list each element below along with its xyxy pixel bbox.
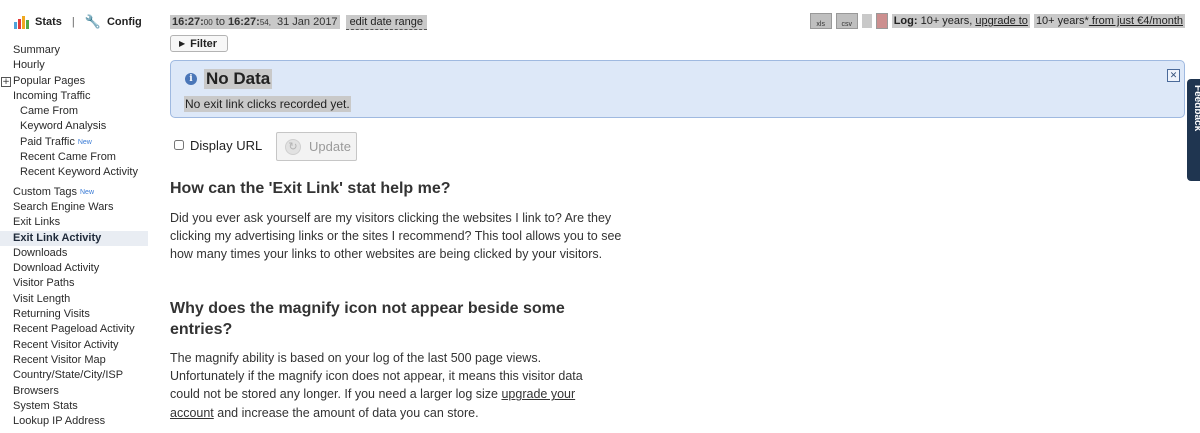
sidebar-item-downloads[interactable]: Downloads [0,246,148,261]
sidebar-item-visit-length[interactable]: Visit Length [0,292,148,307]
new-badge: New [80,188,95,196]
update-button[interactable]: ↻ Update [276,132,357,161]
sidebar-item-visitor-paths[interactable]: Visitor Paths [0,276,148,291]
upgrade-link[interactable]: upgrade to [975,15,1028,27]
expand-icon[interactable]: + [1,76,11,87]
sidebar-item-recent-pageload-activity[interactable]: Recent Pageload Activity [0,322,148,337]
close-icon[interactable]: ✕ [1167,69,1180,82]
sidebar-item-label: Recent Keyword Activity [20,166,138,179]
sidebar-nav: Summary Hourly + Popular Pages Incoming Traf… [0,43,148,429]
sidebar-item-hourly[interactable]: Hourly [0,58,148,73]
sidebar-item-recent-visitor-map[interactable]: Recent Visitor Map [0,353,148,368]
notice-title: No Data [204,69,273,89]
sidebar-item-label: Incoming Traffic [13,89,91,102]
sidebar-item-recent-visitor-activity[interactable]: Recent Visitor Activity [0,338,148,353]
sidebar-item-recent-keyword-activity[interactable]: Recent Keyword Activity [0,165,148,180]
no-data-notice: i No Data No exit link clicks recorded y… [170,60,1185,118]
sidebar-item-label: Lookup IP Address [13,415,106,428]
display-url-checkbox[interactable] [174,140,184,150]
price-link[interactable]: from just €4/month [1089,15,1183,27]
feedback-tab[interactable]: Feedback [1187,79,1200,181]
sidebar-item-label: Recent Visitor Map [13,353,106,366]
sidebar-item-came-from[interactable]: Came From [0,104,148,119]
wrench-icon: 🔧 [84,14,101,29]
sidebar-item-label: Keyword Analysis [20,120,107,133]
sidebar-item-label: Recent Visitor Activity [13,338,119,351]
help-question-2: Why does the magnify icon not appear bes… [170,300,565,338]
help-answer-1: Did you ever ask yourself are my visitor… [170,211,622,262]
sidebar-item-label: Came From [20,105,79,118]
csv-export-icon[interactable]: csv [835,13,858,29]
sidebar-item-label: Visitor Paths [13,277,75,290]
sidebar-item-label: Returning Visits [13,308,90,321]
display-url-label: Display URL [190,138,263,153]
sidebar: Stats | 🔧 Config Summary Hourly + Popular P… [0,0,148,433]
sidebar-item-returning-visits[interactable]: Returning Visits [0,307,148,322]
print-icon[interactable] [861,14,872,28]
log-info: Log: 10+ years, upgrade to [891,14,1030,28]
sidebar-item-label: Country/State/City/ISP [13,369,124,382]
sidebar-item-label: Paid Traffic [20,135,75,148]
sidebar-item-label: Search Engine Wars [13,200,114,213]
sidebar-item-incoming-traffic[interactable]: Incoming Traffic [0,89,148,104]
sidebar-item-summary[interactable]: Summary [0,43,148,58]
sidebar-item-label: Popular Pages [13,74,86,87]
sidebar-item-label: Custom Tags [13,185,77,198]
filter-button[interactable]: ▶ Filter [170,35,228,52]
sidebar-item-browsers[interactable]: Browsers [0,384,148,399]
log-icon [875,13,888,29]
sidebar-item-system-stats[interactable]: System Stats [0,399,148,414]
config-link[interactable]: Config [107,16,142,28]
sidebar-header: Stats | 🔧 Config [14,12,142,32]
date-range-text: 16:27:00 to 16:27:54, 31 Jan 2017 [170,15,340,29]
edit-date-range-link[interactable]: edit date range [345,14,427,30]
sidebar-item-label: Visit Length [13,292,71,305]
notice-message: No exit link clicks recorded yet. [184,96,351,112]
xls-export-icon[interactable]: xls [809,13,832,29]
refresh-icon: ↻ [285,138,301,155]
new-badge: New [77,138,92,146]
header-separator: | [71,16,75,28]
sidebar-item-country-state-city-isp[interactable]: Country/State/City/ISP [0,368,148,383]
export-log-bar: xls csv Log: 10+ years, upgrade to 10+ y… [809,13,1185,29]
sidebar-item-label: Downloads [13,246,68,259]
sidebar-item-label: Hourly [13,59,45,72]
stats-logo-icon [14,15,29,29]
sidebar-item-label: Recent Came From [20,151,116,164]
help-answer-2: The magnify ability is based on your log… [170,351,583,420]
sidebar-item-label: Download Activity [13,262,100,275]
triangle-right-icon: ▶ [179,39,186,48]
log-upgrade-offer: 10+ years* from just €4/month [1033,14,1185,28]
sidebar-item-popular-pages[interactable]: + Popular Pages [0,74,148,89]
sidebar-item-download-activity[interactable]: Download Activity [0,261,148,276]
info-icon: i [185,73,197,85]
sidebar-item-label: Exit Link Activity [13,231,102,244]
sidebar-item-label: System Stats [13,399,78,412]
sidebar-item-label: Exit Links [13,216,61,229]
sidebar-item-custom-tags[interactable]: Custom Tags New [0,185,148,200]
sidebar-item-lookup-ip-address[interactable]: Lookup IP Address [0,414,148,429]
sidebar-item-label: Summary [13,44,61,56]
sidebar-item-exit-links[interactable]: Exit Links [0,215,148,230]
sidebar-item-label: Recent Pageload Activity [13,323,135,336]
stats-link[interactable]: Stats [35,16,62,28]
sidebar-item-paid-traffic[interactable]: Paid Traffic New [0,135,148,150]
sidebar-item-exit-link-activity[interactable]: Exit Link Activity [0,230,148,246]
sidebar-item-label: Browsers [13,384,59,397]
sidebar-item-recent-came-from[interactable]: Recent Came From [0,150,148,165]
date-range-bar: 16:27:00 to 16:27:54, 31 Jan 2017 edit d… [170,14,427,30]
sidebar-item-search-engine-wars[interactable]: Search Engine Wars [0,200,148,215]
help-question-1: How can the 'Exit Link' stat help me? [170,180,451,197]
sidebar-item-keyword-analysis[interactable]: Keyword Analysis [0,119,148,134]
